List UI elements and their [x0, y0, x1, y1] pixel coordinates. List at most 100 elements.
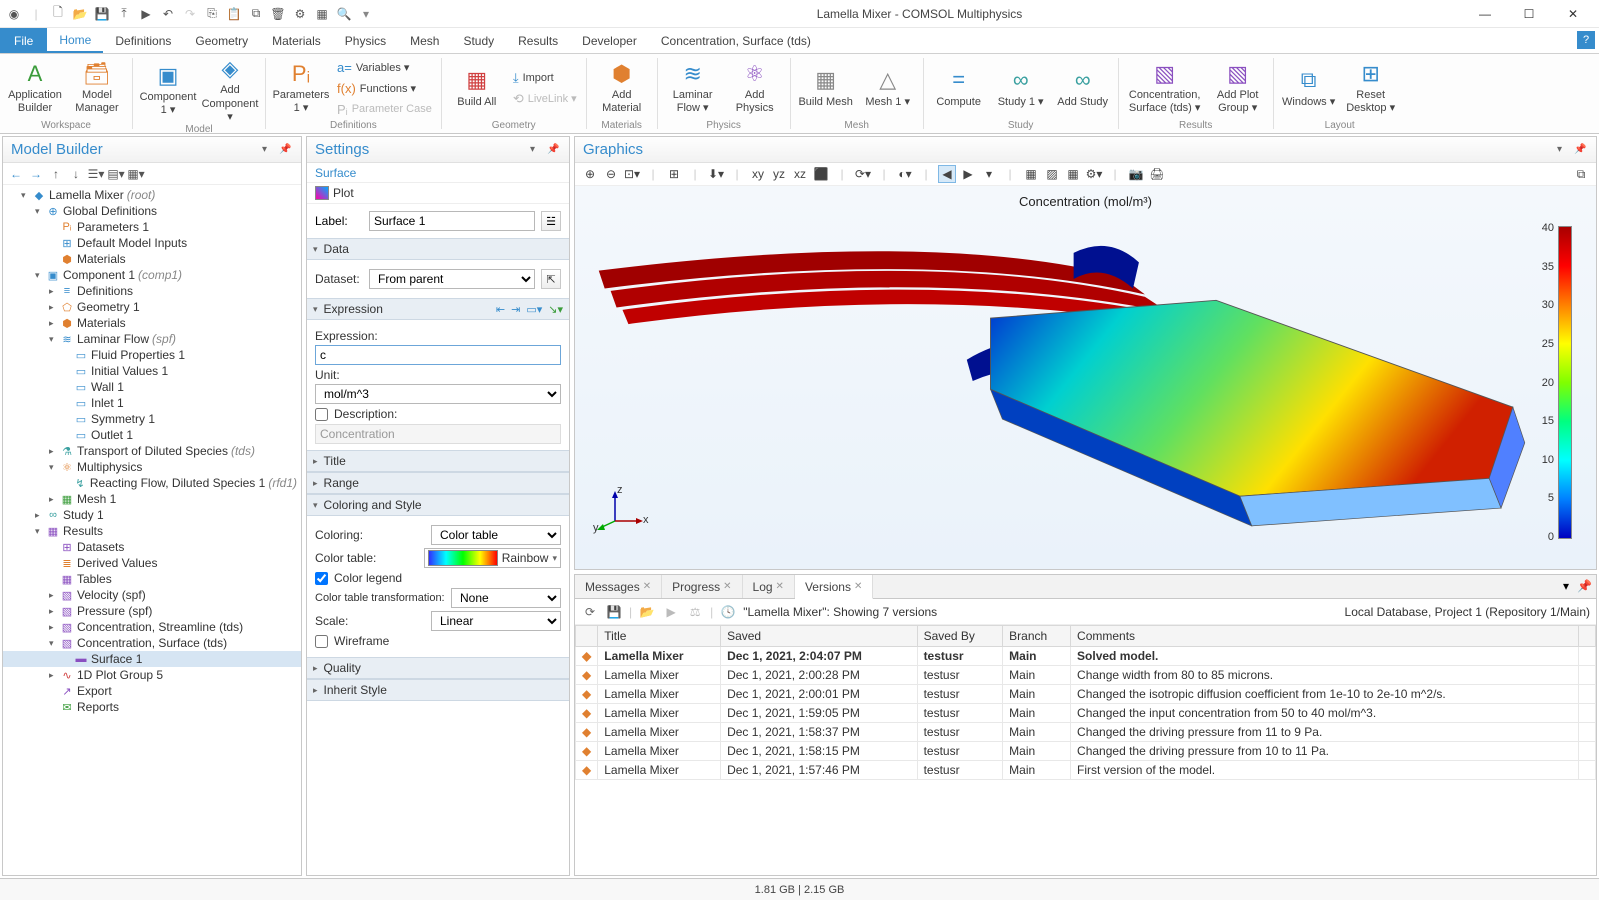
parameters-button[interactable]: PᵢParameters 1 ▾ — [272, 61, 330, 116]
menu-item-geometry[interactable]: Geometry — [183, 28, 260, 53]
toggle-3-icon[interactable]: ▦ — [1064, 165, 1082, 183]
menu-item-definitions[interactable]: Definitions — [103, 28, 183, 53]
tree-item-tables[interactable]: ▦Tables — [3, 571, 301, 587]
tree-item-symmetry-1[interactable]: ▭Symmetry 1 — [3, 411, 301, 427]
rotate-icon[interactable]: ⟳▾ — [854, 165, 872, 183]
panel-dropdown-icon[interactable]: ▾ — [1559, 575, 1573, 598]
back-icon[interactable]: ← — [7, 165, 25, 183]
tree-item-outlet-1[interactable]: ▭Outlet 1 — [3, 427, 301, 443]
menu-item-results[interactable]: Results — [506, 28, 570, 53]
dataset-goto-icon[interactable]: ⇱ — [541, 269, 561, 289]
print-icon[interactable]: 🖨 — [1148, 165, 1166, 183]
xz-icon[interactable]: xz — [791, 165, 809, 183]
commit-icon[interactable]: ⤒ — [114, 4, 134, 24]
expr-insert-icon[interactable]: ⇤ — [496, 303, 505, 316]
tree-item-pressure-spf-[interactable]: ▸▧Pressure (spf) — [3, 603, 301, 619]
table-row[interactable]: ◆Lamella MixerDec 1, 2021, 2:00:28 PMtes… — [576, 666, 1596, 685]
copy-icon[interactable]: ⎘ — [202, 4, 222, 24]
open-icon[interactable]: 📂 — [70, 4, 90, 24]
detach-icon[interactable]: ⧉ — [1572, 165, 1590, 183]
panel-dropdown-icon[interactable]: ▾ — [530, 144, 544, 155]
select-icon[interactable]: ▦ — [312, 4, 332, 24]
expr-replace-icon[interactable]: ⇥ — [511, 303, 520, 316]
toggle-1-icon[interactable]: ▦ — [1022, 165, 1040, 183]
coloring-select[interactable]: Color table — [431, 525, 561, 545]
select-dropdown-icon[interactable]: ▾ — [980, 165, 998, 183]
tree-item-fluid-properties-1[interactable]: ▭Fluid Properties 1 — [3, 347, 301, 363]
new-icon[interactable]: 🗋 — [48, 4, 68, 24]
up-icon[interactable]: ↑ — [47, 165, 65, 183]
tree-item-multiphysics[interactable]: ▾⚛Multiphysics — [3, 459, 301, 475]
select-domain-icon[interactable]: ◀ — [938, 165, 956, 183]
functions-button[interactable]: f(x)Functions ▾ — [334, 78, 435, 98]
close-icon[interactable]: ✕ — [1551, 0, 1595, 28]
save-version-icon[interactable]: 💾 — [605, 603, 623, 621]
file-menu[interactable]: File — [0, 28, 47, 53]
livelink-button[interactable]: ⟲LiveLink ▾ — [510, 89, 580, 109]
colortable-dropdown-icon[interactable]: ▾ — [552, 553, 557, 564]
color-legend-checkbox[interactable] — [315, 572, 328, 585]
zoom-box-icon[interactable]: ⊡▾ — [623, 165, 641, 183]
panel-pin-icon[interactable]: 📌 — [279, 144, 293, 155]
refresh-icon[interactable]: ⟳ — [581, 603, 599, 621]
tab-messages[interactable]: Messages✕ — [575, 575, 662, 598]
help-icon[interactable]: ? — [1577, 31, 1595, 49]
scene-light-icon[interactable]: ◐▾ — [896, 165, 914, 183]
toggle-4-icon[interactable]: ⚙▾ — [1085, 165, 1103, 183]
component-button[interactable]: ▣Component 1 ▾ — [139, 63, 197, 118]
tree-item-wall-1[interactable]: ▭Wall 1 — [3, 379, 301, 395]
yz-icon[interactable]: yz — [770, 165, 788, 183]
tree-item-laminar-flow[interactable]: ▾≋Laminar Flow(spf) — [3, 331, 301, 347]
tree-item-surface-1[interactable]: ▬Surface 1 — [3, 651, 301, 667]
model-manager-button[interactable]: 🗃Model Manager — [68, 61, 126, 116]
expr-select-icon[interactable]: ▭▾ — [526, 303, 542, 316]
maximize-icon[interactable]: ☐ — [1507, 0, 1551, 28]
section-coloring[interactable]: ▾Coloring and Style — [307, 494, 569, 516]
expression-input[interactable] — [315, 345, 561, 365]
unit-select[interactable]: mol/m^3 — [315, 384, 561, 404]
compute-button[interactable]: =Compute — [930, 67, 988, 109]
tree-item-global-definitions[interactable]: ▾⊕Global Definitions — [3, 203, 301, 219]
section-range[interactable]: ▸Range — [307, 472, 569, 494]
tree-item-geometry-1[interactable]: ▸⬠Geometry 1 — [3, 299, 301, 315]
find-icon[interactable]: ⚙ — [290, 4, 310, 24]
column-header[interactable] — [576, 626, 598, 647]
tree-item-default-model-inputs[interactable]: ⊞Default Model Inputs — [3, 235, 301, 251]
column-header[interactable]: Saved By — [917, 626, 1003, 647]
label-input[interactable] — [369, 211, 535, 231]
zoom-in-icon[interactable]: ⊕ — [581, 165, 599, 183]
tree-item-study-1[interactable]: ▸∞Study 1 — [3, 507, 301, 523]
add-plot-group-button[interactable]: ▧Add Plot Group ▾ — [1209, 61, 1267, 116]
tree-item-datasets[interactable]: ⊞Datasets — [3, 539, 301, 555]
windows-button[interactable]: ⧉Windows ▾ — [1280, 67, 1338, 109]
menu-item-materials[interactable]: Materials — [260, 28, 333, 53]
column-header[interactable]: Title — [598, 626, 721, 647]
column-header[interactable]: Branch — [1003, 626, 1071, 647]
build-mesh-button[interactable]: ▦Build Mesh — [797, 67, 855, 109]
paste-icon[interactable]: 📋 — [224, 4, 244, 24]
parameter-case-button[interactable]: PᵢParameter Case — [334, 99, 435, 119]
expr-add-icon[interactable]: ↘▾ — [548, 303, 563, 316]
save-icon[interactable]: 💾 — [92, 4, 112, 24]
default-view-icon[interactable]: ⬛ — [812, 165, 830, 183]
tree-item-lamella-mixer[interactable]: ▾◆Lamella Mixer(root) — [3, 187, 301, 203]
tab-close-icon[interactable]: ✕ — [723, 581, 731, 592]
dataset-select[interactable]: From parent — [369, 269, 535, 289]
plot-button[interactable]: Plot — [307, 183, 569, 204]
tree-item-component-1[interactable]: ▾▣Component 1(comp1) — [3, 267, 301, 283]
import-button[interactable]: ⤓Import — [510, 68, 580, 88]
xy-icon[interactable]: xy — [749, 165, 767, 183]
tree-item-reacting-flow-diluted-species-1[interactable]: ↯Reacting Flow, Diluted Species 1(rfd1) — [3, 475, 301, 491]
panel-dropdown-icon[interactable]: ▾ — [262, 144, 276, 155]
toggle-2-icon[interactable]: ▨ — [1043, 165, 1061, 183]
minimize-icon[interactable]: — — [1463, 0, 1507, 28]
column-header[interactable]: Saved — [721, 626, 917, 647]
snapshot-icon[interactable]: 📷 — [1127, 165, 1145, 183]
column-header[interactable] — [1578, 626, 1595, 647]
tree-item-definitions[interactable]: ▸≡Definitions — [3, 283, 301, 299]
menu-item-home[interactable]: Home — [47, 28, 103, 53]
tree-item-inlet-1[interactable]: ▭Inlet 1 — [3, 395, 301, 411]
model-tree[interactable]: ▾◆Lamella Mixer(root)▾⊕Global Definition… — [3, 185, 301, 875]
study1-button[interactable]: ∞Study 1 ▾ — [992, 67, 1050, 109]
wireframe-checkbox[interactable] — [315, 635, 328, 648]
